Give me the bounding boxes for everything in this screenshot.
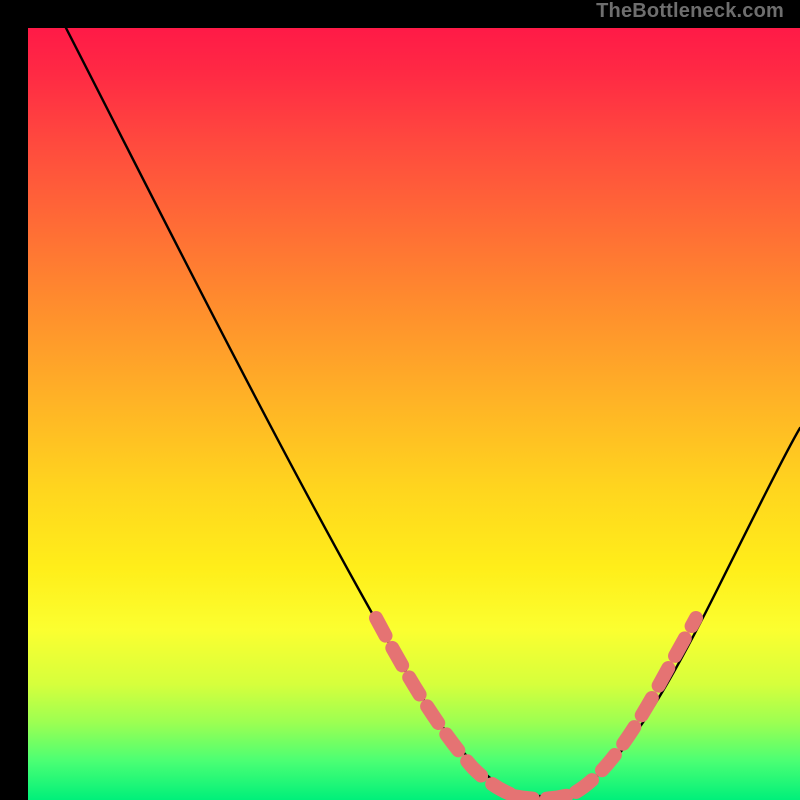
dash-overlay-right: [576, 618, 696, 792]
bottleneck-curve-line: [66, 28, 800, 796]
chart-frame: [14, 14, 786, 786]
plot-area: [28, 28, 800, 800]
dash-overlay-left: [376, 618, 516, 796]
dash-overlay-floor: [513, 794, 573, 799]
bottleneck-curve-svg: [28, 28, 800, 800]
watermark-text: TheBottleneck.com: [596, 0, 784, 23]
